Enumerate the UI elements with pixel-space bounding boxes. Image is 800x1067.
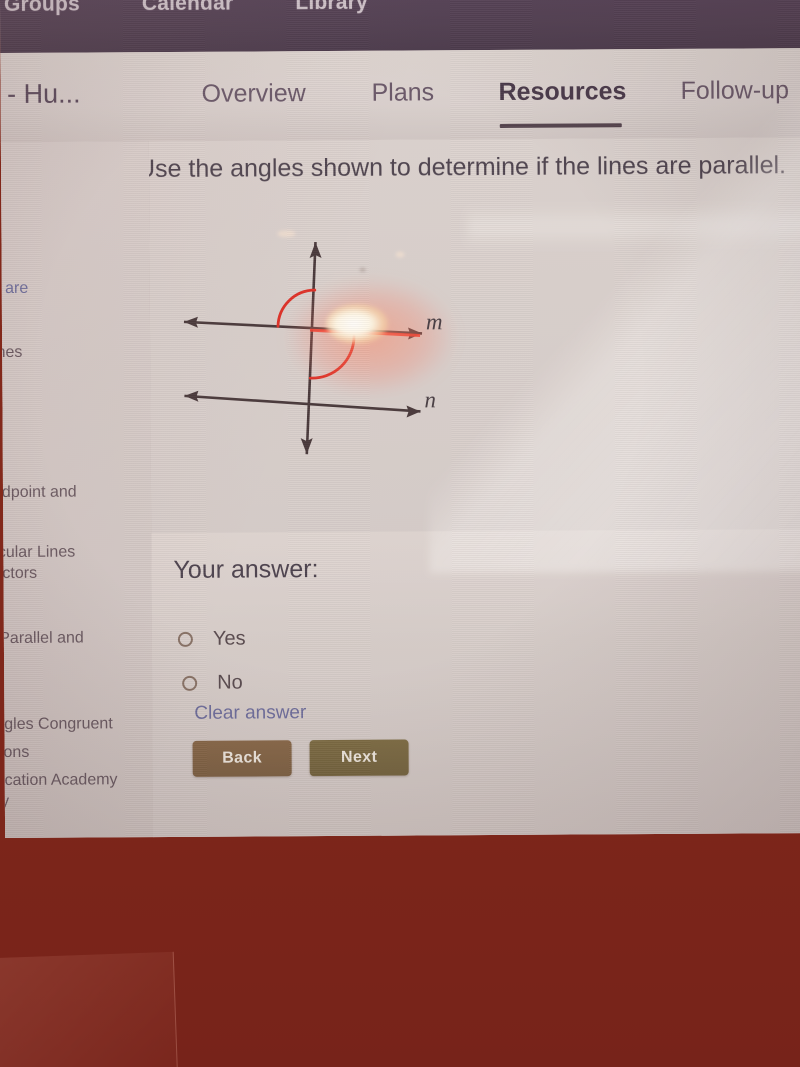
sidebar-item-4[interactable]: t: Parallel and s [0, 627, 154, 670]
sidebar: es are Lines Midpoint and dicular Lines … [0, 141, 155, 838]
question-text: Use the angles shown to determine if the… [148, 151, 787, 184]
sidebar-item-5[interactable]: angles Congruent [0, 713, 154, 735]
next-button[interactable]: Next [309, 739, 409, 777]
surround-reflection [0, 951, 179, 1067]
main-content: Use the angles shown to determine if the… [148, 137, 800, 838]
line-label-m: m [425, 309, 443, 335]
flare-speck-2 [395, 251, 405, 258]
line-label-n: n [424, 387, 437, 413]
photo-of-screen: Groups Calendar Library 1 - Hu... Overvi… [0, 0, 800, 1067]
nav-item-library[interactable]: Library [295, 0, 368, 15]
sidebar-item-6[interactable]: ations [0, 741, 154, 763]
tab-follow-up[interactable]: Follow-up [680, 76, 789, 106]
option-yes[interactable]: Yes [177, 627, 246, 651]
nav-item-groups[interactable]: Groups [4, 0, 80, 17]
tab-overview[interactable]: Overview [201, 79, 305, 109]
tab-resources[interactable]: Resources [498, 77, 626, 107]
tab-bar: 1 - Hu... Overview Plans Resources Follo… [0, 48, 800, 144]
sidebar-item-7[interactable]: ducation Academy rey [0, 769, 154, 812]
back-button[interactable]: Back [192, 740, 292, 777]
nav-button-row: Back Next [192, 739, 409, 777]
geometry-diagram: m n [157, 221, 469, 483]
radio-yes[interactable] [177, 631, 193, 647]
nav-item-calendar[interactable]: Calendar [142, 0, 234, 16]
radio-no[interactable] [182, 675, 198, 691]
option-label-yes: Yes [212, 627, 246, 650]
active-tab-underline [499, 123, 622, 128]
sidebar-item-3[interactable]: dicular Lines sectors [0, 541, 154, 584]
option-no[interactable]: No [182, 672, 243, 695]
answer-heading: Your answer: [173, 555, 319, 584]
app-bar-nav: Groups Calendar Library [0, 0, 800, 22]
sidebar-item-2[interactable]: Midpoint and [0, 481, 154, 503]
option-label-no: No [217, 671, 243, 694]
app-bar: Groups Calendar Library [0, 0, 800, 54]
sidebar-item-0[interactable]: es are [0, 277, 154, 299]
monitor-screen: Groups Calendar Library 1 - Hu... Overvi… [0, 0, 800, 838]
course-title[interactable]: 1 - Hu... [0, 79, 81, 111]
clear-answer-link[interactable]: Clear answer [194, 702, 306, 725]
tab-plans[interactable]: Plans [371, 78, 434, 107]
lens-flare-core [325, 303, 389, 345]
sidebar-item-1[interactable]: Lines [0, 341, 154, 363]
flare-speck-3 [359, 267, 366, 272]
